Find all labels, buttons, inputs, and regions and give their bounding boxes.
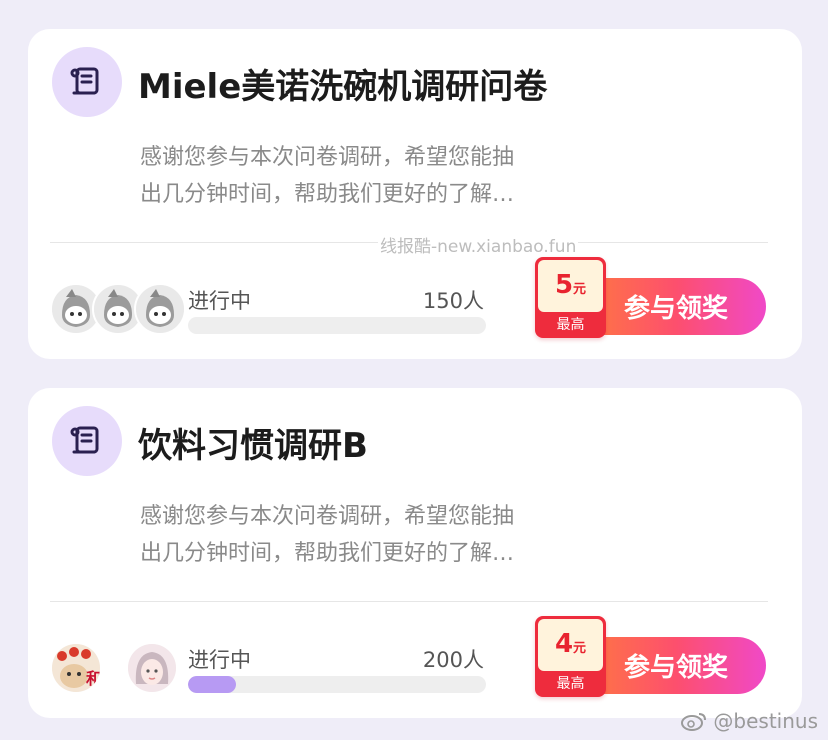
divider [50,601,768,602]
progress-bar [188,317,486,334]
reward-unit: 元 [573,282,587,297]
survey-title: Miele美诺洗碗机调研问卷 [138,67,548,107]
reward-max-label: 最高 [556,317,585,333]
progress-fill [188,676,236,693]
reward-amount: 5 [554,270,574,300]
status-label: 进行中 [188,648,251,672]
avatar [126,642,178,694]
description-line: 出几分钟时间，帮助我们更好的了解… [140,182,515,207]
survey-description: 感谢您参与本次问卷调研，希望您能抽 出几分钟时间，帮助我们更好的了解… [140,139,560,213]
reward-amount: 4 [554,629,574,659]
avatar [134,283,186,335]
reward-amount-box: 5 元 [538,260,603,312]
scroll-document-icon [52,406,122,476]
reward-max-label: 最高 [556,676,585,692]
participant-count: 200人 [422,648,484,672]
watermark: 线报酷-new.xianbao.fun [378,232,579,257]
scroll-document-icon [52,47,122,117]
survey-card[interactable]: Miele美诺洗碗机调研问卷 感谢您参与本次问卷调研，希望您能抽 出几分钟时间，… [28,29,802,359]
participant-avatars [50,283,190,335]
survey-description: 感谢您参与本次问卷调研，希望您能抽 出几分钟时间，帮助我们更好的了解… [140,498,560,572]
reward-badge: 5 元 最高 [535,257,606,338]
avatar: 和 [50,642,102,694]
weibo-handle: @bestinus [713,709,818,733]
participant-count: 150人 [422,289,484,313]
description-line: 感谢您参与本次问卷调研，希望您能抽 [140,145,515,170]
progress-bar [188,676,486,693]
reward-amount-box: 4 元 [538,619,603,671]
survey-title: 饮料习惯调研B [138,426,368,466]
reward-unit: 元 [573,641,587,656]
status-label: 进行中 [188,289,251,313]
description-line: 感谢您参与本次问卷调研，希望您能抽 [140,504,515,529]
description-line: 出几分钟时间，帮助我们更好的了解… [140,541,515,566]
svg-text:和: 和 [86,669,100,688]
weibo-watermark: @bestinus [681,709,818,733]
survey-card[interactable]: 饮料习惯调研B 感谢您参与本次问卷调研，希望您能抽 出几分钟时间，帮助我们更好的… [28,388,802,718]
reward-badge: 4 元 最高 [535,616,606,697]
weibo-icon [681,713,707,731]
participant-avatars: 和 [50,642,190,694]
